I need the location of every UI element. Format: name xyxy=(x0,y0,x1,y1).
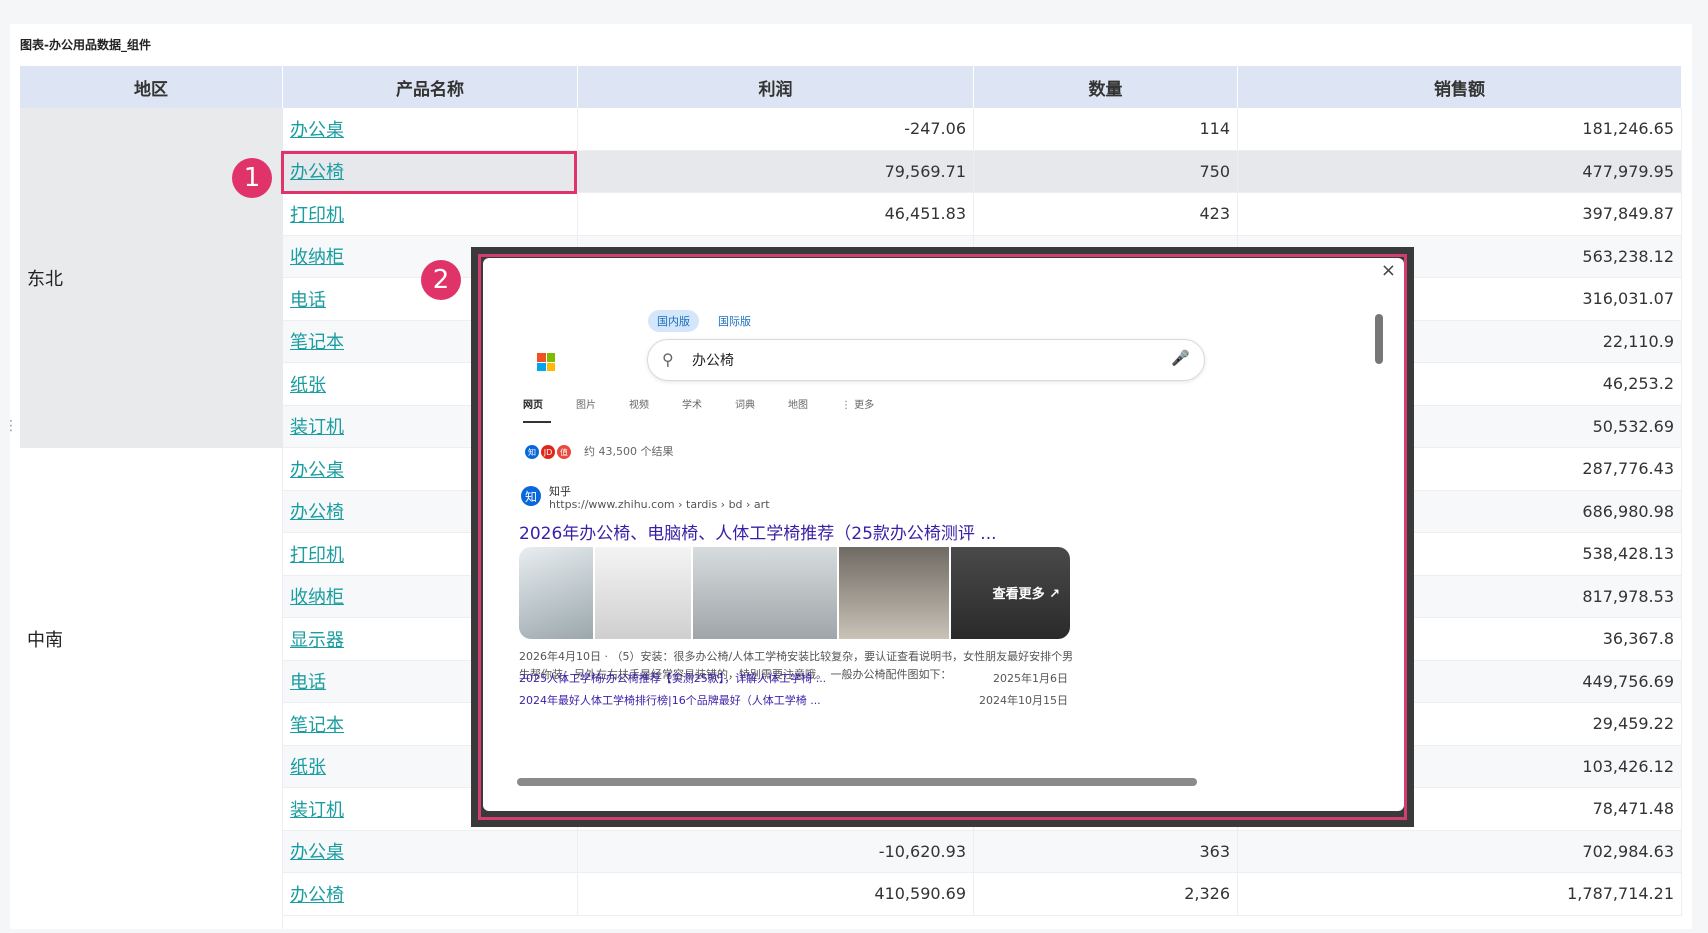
header-profit[interactable]: 利润 xyxy=(578,66,974,108)
quantity-cell: 2,326 xyxy=(974,873,1238,915)
sales-cell: 477,979.95 xyxy=(1238,150,1682,192)
header-product[interactable]: 产品名称 xyxy=(283,66,578,108)
region-cell-next xyxy=(20,830,283,929)
profit-cell: -247.06 xyxy=(578,108,974,150)
header-quantity[interactable]: 数量 xyxy=(974,66,1238,108)
sales-cell: 702,984.63 xyxy=(1238,830,1682,872)
product-link[interactable]: 办公椅 xyxy=(290,498,344,524)
card-title: 图表-办公用品数据_组件 xyxy=(20,38,151,52)
marker-2: 2 xyxy=(421,260,461,300)
product-link[interactable]: 收纳柜 xyxy=(290,583,344,609)
product-link[interactable]: 办公椅 xyxy=(290,881,344,907)
sales-cell: 397,849.87 xyxy=(1238,193,1682,235)
region-cell-zhongnan: 中南 xyxy=(20,448,283,830)
quantity-cell: 750 xyxy=(974,150,1238,192)
product-link[interactable]: 显示器 xyxy=(290,626,344,652)
table-header: 地区 产品名称 利润 数量 销售额 xyxy=(20,66,1682,108)
highlight-box-1 xyxy=(281,151,577,194)
profit-cell: 410,590.69 xyxy=(578,873,974,915)
marker-1: 1 xyxy=(232,158,272,198)
profit-cell: -10,620.93 xyxy=(578,830,974,872)
product-link[interactable]: 办公桌 xyxy=(290,116,344,142)
product-link[interactable]: 纸张 xyxy=(290,753,326,779)
highlight-box-2 xyxy=(478,254,1407,820)
product-cell: 打印机 xyxy=(283,193,578,235)
quantity-cell: 114 xyxy=(974,108,1238,150)
quantity-cell: 423 xyxy=(974,193,1238,235)
product-cell: 办公桌 xyxy=(283,108,578,150)
sales-cell: 1,787,714.21 xyxy=(1238,873,1682,915)
product-link[interactable]: 装订机 xyxy=(290,796,344,822)
product-link[interactable]: 打印机 xyxy=(290,541,344,567)
product-link[interactable]: 笔记本 xyxy=(290,711,344,737)
product-cell: 办公桌 xyxy=(283,830,578,872)
quantity-cell: 363 xyxy=(974,830,1238,872)
product-link[interactable]: 纸张 xyxy=(290,371,326,397)
product-link[interactable]: 打印机 xyxy=(290,201,344,227)
profit-cell: 79,569.71 xyxy=(578,150,974,192)
product-link[interactable]: 办公桌 xyxy=(290,456,344,482)
profit-cell: 46,451.83 xyxy=(578,193,974,235)
product-link[interactable]: 收纳柜 xyxy=(290,243,344,269)
drag-handle[interactable]: ⋮ xyxy=(4,418,18,434)
product-link[interactable]: 电话 xyxy=(290,286,326,312)
product-link[interactable]: 电话 xyxy=(290,668,326,694)
product-cell: 办公椅 xyxy=(283,873,578,915)
header-region[interactable]: 地区 xyxy=(20,66,283,108)
product-link[interactable]: 笔记本 xyxy=(290,328,344,354)
product-link[interactable]: 装订机 xyxy=(290,413,344,439)
sales-cell: 181,246.65 xyxy=(1238,108,1682,150)
header-sales[interactable]: 销售额 xyxy=(1238,66,1682,108)
product-link[interactable]: 办公桌 xyxy=(290,838,344,864)
